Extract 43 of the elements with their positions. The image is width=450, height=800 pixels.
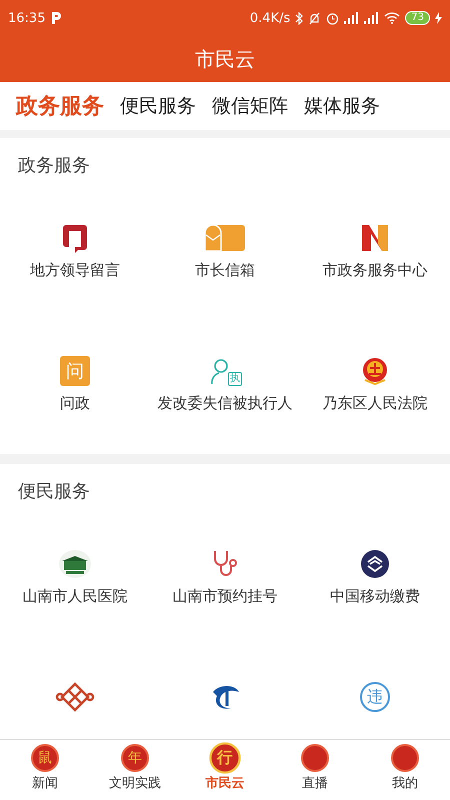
nav-item[interactable]: 行 市民云 — [180, 740, 270, 800]
nav-item[interactable]: 年 文明实践 — [90, 740, 180, 800]
charging-icon — [435, 12, 442, 24]
knot-icon[interactable] — [55, 682, 95, 712]
section-title: 便民服务 — [17, 480, 91, 504]
category-tab[interactable]: 媒体服务 — [304, 93, 380, 119]
letter-icon[interactable] — [360, 223, 390, 253]
service-label[interactable]: 发改委失信被执行人 — [158, 394, 292, 413]
service-label[interactable]: 市政务服务中心 — [322, 261, 428, 280]
nav-item[interactable]: 鼠 新闻 — [0, 740, 90, 800]
parking-icon — [50, 11, 62, 25]
page-title: 市民云 — [195, 46, 255, 72]
section-title: 政务服务 — [17, 154, 91, 178]
alarm-icon — [326, 12, 340, 24]
battery-indicator: 73 — [405, 11, 430, 25]
logo-icon[interactable] — [360, 549, 390, 579]
frame-icon[interactable] — [60, 223, 90, 253]
service-label[interactable]: 中国移动缴费 — [330, 587, 420, 606]
badge-icon: 行 — [209, 742, 241, 774]
category-tab[interactable]: 微信矩阵 — [212, 93, 288, 119]
badge-icon: 年 — [121, 744, 149, 772]
category-tab[interactable]: 便民服务 — [120, 93, 196, 119]
status-time: 16:35 — [8, 10, 46, 26]
service-label[interactable]: 山南市预约挂号 — [172, 587, 278, 606]
signal-icon — [344, 12, 360, 24]
nav-item[interactable]: 我的 — [360, 740, 450, 800]
building-icon[interactable] — [58, 549, 92, 579]
bell-muted-icon — [308, 12, 322, 24]
signal-icon — [364, 12, 380, 24]
category-tab[interactable]: 政务服务 — [16, 91, 104, 121]
emblem-icon[interactable] — [360, 356, 390, 386]
service-label[interactable]: 山南市人民医院 — [22, 587, 128, 606]
network-speed: 0.4K/s — [250, 10, 290, 26]
badge-icon: 鼠 — [31, 744, 59, 772]
nav-item[interactable]: 直播 — [270, 740, 360, 800]
wifi-icon — [384, 12, 400, 24]
badge-icon — [391, 744, 419, 772]
service-label[interactable]: 问政 — [60, 394, 90, 413]
badge-icon — [301, 744, 329, 772]
service-label[interactable]: 地方领导留言 — [30, 261, 120, 280]
service-label[interactable]: 市长信箱 — [195, 261, 255, 280]
bluetooth-icon — [295, 12, 304, 24]
service-label[interactable]: 乃东区人民法院 — [322, 394, 428, 413]
